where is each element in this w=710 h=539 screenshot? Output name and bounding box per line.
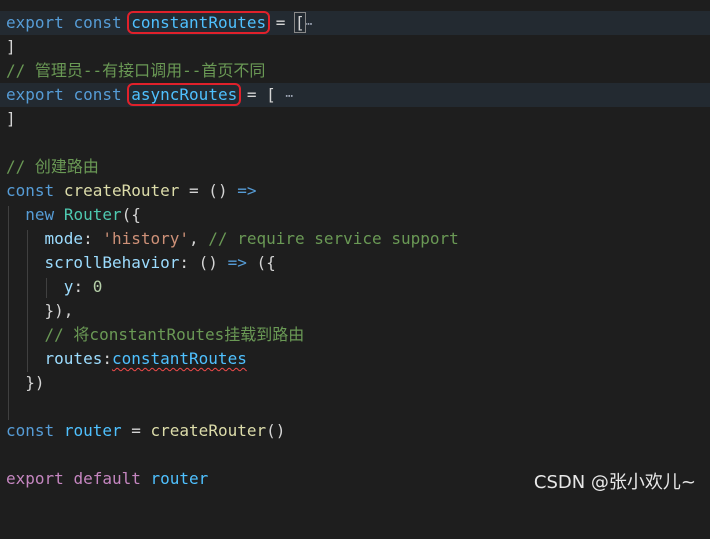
code-line-7[interactable]: // 创建路由 xyxy=(0,155,710,179)
colon: : xyxy=(83,229,103,248)
code-line-15[interactable]: routes:constantRoutes xyxy=(0,347,710,371)
code-line-18[interactable]: const router = createRouter() xyxy=(0,419,710,443)
create-router-identifier: createRouter xyxy=(63,181,180,200)
close-brace-paren: }), xyxy=(44,301,74,320)
code-line-10[interactable]: mode: 'history', // require service supp… xyxy=(0,227,710,251)
colon-parens: : () xyxy=(179,253,228,272)
arrow-operator: => xyxy=(237,181,257,200)
assignment-parens: = () xyxy=(179,181,238,200)
comma: , xyxy=(189,229,209,248)
code-line-5[interactable]: ] xyxy=(0,107,710,131)
close-brace-paren: }) xyxy=(25,373,45,392)
keyword-new: new xyxy=(25,205,55,224)
keyword-const: const xyxy=(6,421,55,440)
code-line-16[interactable]: }) xyxy=(0,371,710,395)
code-line-12[interactable]: y: 0 xyxy=(0,275,710,299)
keyword-const: const xyxy=(73,13,122,32)
code-line-9[interactable]: new Router({ xyxy=(0,203,710,227)
code-line-3[interactable]: // 管理员--有接口调用--首页不同 xyxy=(0,59,710,83)
y-property: y xyxy=(63,277,74,296)
router-identifier: router xyxy=(63,421,122,440)
fold-ellipsis-icon[interactable]: ⋯ xyxy=(305,17,313,32)
routes-property: routes xyxy=(44,349,103,368)
zero-number: 0 xyxy=(92,277,103,296)
colon: : xyxy=(73,277,93,296)
mode-property: mode xyxy=(44,229,84,248)
comment-create-router: // 创建路由 xyxy=(6,157,99,176)
code-line-2[interactable]: ] xyxy=(0,35,710,59)
code-line-4[interactable]: export const asyncRoutes = [ ⋯ xyxy=(0,83,710,107)
comment-mount-routes: // 将constantRoutes挂载到路由 xyxy=(44,325,305,344)
code-line-8[interactable]: const createRouter = () => xyxy=(0,179,710,203)
constant-routes-identifier-highlighted[interactable]: constantRoutes xyxy=(127,11,271,34)
call-parens: () xyxy=(266,421,286,440)
csdn-watermark: CSDN @张小欢儿~ xyxy=(533,472,696,493)
comment-admin: // 管理员--有接口调用--首页不同 xyxy=(6,61,266,80)
open-bracket: [ xyxy=(294,12,306,33)
code-line-13[interactable]: }), xyxy=(0,299,710,323)
equals-bracket: = [ xyxy=(237,85,286,104)
keyword-export: export xyxy=(6,85,64,104)
comment-require-service: // require service support xyxy=(208,229,459,248)
equals-operator: = xyxy=(121,421,151,440)
create-router-call: createRouter xyxy=(150,421,267,440)
open-paren-brace: ({ xyxy=(246,253,276,272)
router-export-identifier: router xyxy=(150,469,209,488)
equals-operator: = xyxy=(266,13,296,32)
fold-ellipsis-icon[interactable]: ⋯ xyxy=(285,89,293,104)
code-line-11[interactable]: scrollBehavior: () => ({ xyxy=(0,251,710,275)
keyword-const: const xyxy=(73,85,122,104)
code-line-14[interactable]: // 将constantRoutes挂载到路由 xyxy=(0,323,710,347)
close-bracket: ] xyxy=(6,37,16,56)
open-paren-brace: ({ xyxy=(121,205,141,224)
history-string: 'history' xyxy=(102,229,190,248)
async-routes-identifier-highlighted[interactable]: asyncRoutes xyxy=(127,83,242,106)
keyword-export: export xyxy=(6,13,64,32)
scroll-behavior-property: scrollBehavior xyxy=(44,253,180,272)
keyword-const: const xyxy=(6,181,55,200)
router-class: Router xyxy=(63,205,122,224)
arrow-operator: => xyxy=(227,253,247,272)
close-bracket: ] xyxy=(6,109,16,128)
code-editor[interactable]: export const constantRoutes = [⋯ ] // 管理… xyxy=(0,0,710,502)
keyword-default: default xyxy=(73,469,141,488)
constant-routes-reference[interactable]: constantRoutes xyxy=(112,349,247,368)
colon: : xyxy=(102,349,112,368)
code-line-1[interactable]: export const constantRoutes = [⋯ xyxy=(0,11,710,35)
keyword-export: export xyxy=(6,469,64,488)
